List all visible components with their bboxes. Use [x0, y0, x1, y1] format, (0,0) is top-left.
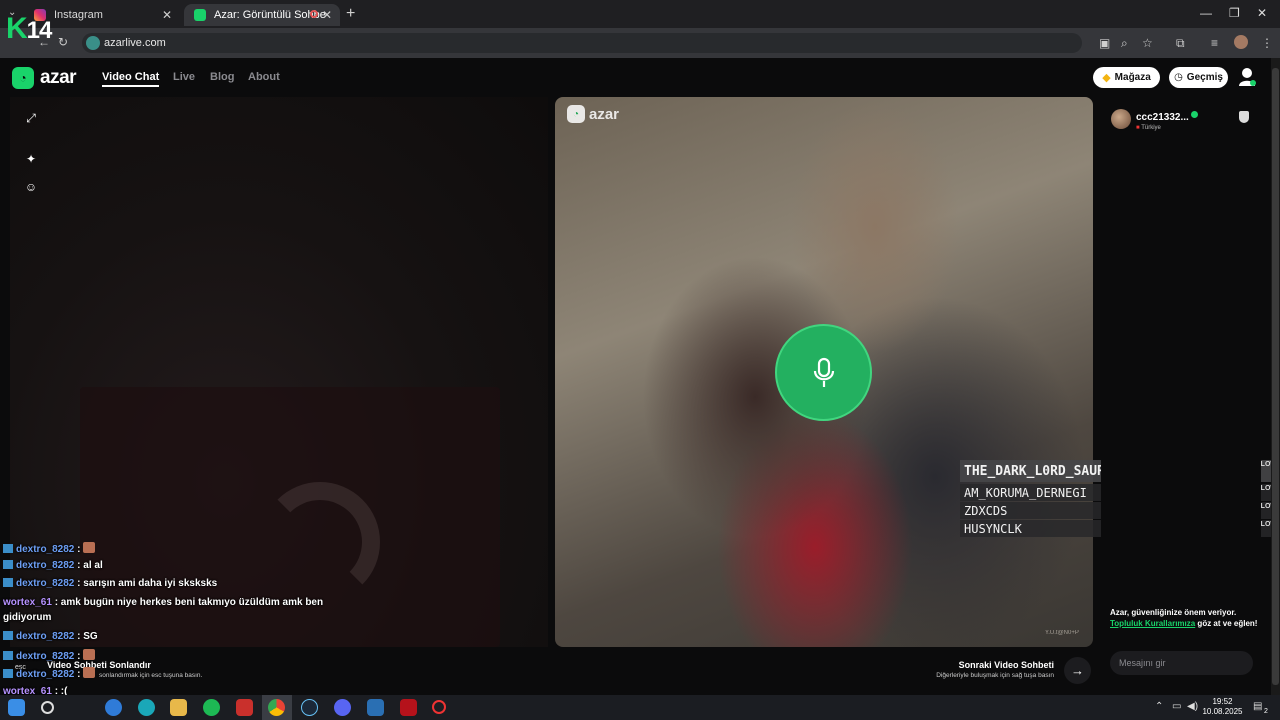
arrow-right-icon: → [1071, 663, 1084, 678]
search-icon[interactable] [41, 701, 54, 714]
twitch-icon [3, 669, 13, 678]
video-azar-logo: ◔ azar [567, 105, 619, 123]
azar-favicon-icon [194, 9, 206, 21]
app-red-icon[interactable] [400, 699, 417, 716]
notification-count: 2 [1264, 708, 1268, 715]
twitch-icon [3, 560, 13, 569]
azar-logo-icon: ◔ [567, 105, 585, 123]
twitch-icon [3, 651, 13, 660]
nav-live[interactable]: Live [173, 71, 195, 83]
network-app-icon[interactable] [367, 699, 384, 716]
verified-icon [1191, 111, 1198, 118]
window-close-icon[interactable]: ✕ [1257, 6, 1267, 20]
chat-line: dextro_8282 : al al [3, 560, 103, 571]
microphone-button[interactable] [775, 324, 872, 421]
twitch-icon [3, 631, 13, 640]
address-bar[interactable]: azarlive.com [82, 33, 1082, 53]
peer-info[interactable]: ccc21332... ■ Türkiye [1111, 107, 1189, 131]
new-tab-button[interactable]: + [346, 5, 355, 23]
discord-icon[interactable] [334, 699, 351, 716]
chat-line: dextro_8282 : [3, 667, 96, 680]
browser-profile-avatar[interactable] [1234, 35, 1248, 49]
safety-notice: Azar, güvenliğinize önem veriyor. Toplul… [1110, 608, 1258, 628]
chat-side-panel [1101, 97, 1261, 687]
effects-sparkle-icon[interactable]: ✦ [24, 152, 38, 166]
end-chat-hint: sonlandırmak için esc tuşuna basın. [99, 672, 203, 679]
recording-icon [310, 10, 318, 18]
nav-video-chat[interactable]: Video Chat [102, 71, 160, 87]
start-icon[interactable] [8, 699, 25, 716]
tab-azar[interactable]: Azar: Görüntülü Sohbet, Ar ✕ [184, 4, 340, 26]
media-controls-icon[interactable]: ≡ [1211, 36, 1218, 50]
chat-line: dextro_8282 : [3, 542, 96, 555]
scrollbar-thumb[interactable] [1272, 68, 1279, 685]
k14-overlay-logo: K14 [6, 12, 52, 45]
windows-taskbar [0, 695, 1280, 720]
close-tab-icon[interactable]: ✕ [162, 8, 172, 22]
network-icon[interactable]: ▭ [1172, 701, 1181, 712]
diamond-icon: ◆ [1102, 72, 1111, 84]
store-button[interactable]: ◆ Mağaza [1093, 67, 1160, 88]
clock-icon: ◷ [1174, 72, 1183, 83]
crescent-shape [260, 482, 380, 602]
chat-line: dextro_8282 : [3, 649, 96, 662]
chat-line: wortex_61 : amk bugün niye herkes beni t… [3, 597, 324, 608]
twitch-icon [3, 578, 13, 587]
chat-line: dextro_8282 : sarışın ami daha iyi sksks… [3, 578, 217, 589]
next-chat-hint: Diğerleriyle buluşmak için sağ tuşa bası… [936, 672, 1054, 679]
peer-name: ccc21332... [1136, 112, 1189, 123]
close-tab-icon[interactable]: ✕ [322, 8, 332, 22]
emote-icon [83, 667, 96, 678]
nav-blog[interactable]: Blog [210, 71, 234, 83]
community-rules-link[interactable]: Topluluk Kurallarımıza [1110, 619, 1195, 628]
nav-about[interactable]: About [248, 71, 280, 83]
tray-chevron-icon[interactable]: ⌃ [1155, 701, 1163, 712]
cast-icon[interactable]: ▣ [1099, 36, 1110, 50]
turkey-flag-icon: ■ [1136, 125, 1140, 131]
chat-line-continued: gidiyorum [3, 612, 52, 623]
next-chat-label[interactable]: Sonraki Video Sohbeti [900, 660, 1054, 670]
emote-icon [83, 649, 96, 660]
url-text: azarlive.com [104, 37, 166, 49]
swap-camera-icon[interactable]: ⤢ [24, 111, 38, 125]
peer-country: ■ Türkiye [1136, 125, 1161, 131]
chat-line: dextro_8282 : SG [3, 631, 98, 642]
azar-logo[interactable]: ◔ azar [12, 67, 77, 89]
twitch-icon [3, 544, 13, 553]
face-filter-icon[interactable]: ☺ [24, 180, 38, 194]
minimize-icon[interactable]: — [1200, 6, 1212, 20]
message-input[interactable]: Mesajını gir [1110, 651, 1253, 675]
next-chat-button[interactable]: → [1064, 657, 1091, 684]
peer-avatar[interactable] [1111, 109, 1131, 129]
volume-icon[interactable]: ◀) [1187, 701, 1198, 712]
browser-menu-icon[interactable]: ⋮ [1261, 36, 1273, 50]
site-info-icon[interactable] [86, 36, 100, 50]
restore-icon[interactable]: ❐ [1229, 6, 1240, 20]
azar-logo-icon: ◔ [12, 67, 34, 89]
history-button[interactable]: ◷ Geçmiş [1169, 67, 1228, 88]
bookmark-star-icon[interactable]: ☆ [1142, 36, 1153, 50]
taskbar-clock[interactable]: 19:52 10.08.2025 [1200, 697, 1245, 717]
file-explorer-icon[interactable] [170, 699, 187, 716]
microphone-icon [813, 357, 834, 387]
steam-icon[interactable] [301, 699, 318, 716]
report-shield-icon[interactable] [1239, 111, 1249, 123]
extensions-icon[interactable]: ⧉ [1176, 36, 1185, 51]
profile-icon[interactable] [1238, 67, 1256, 87]
video-watermark: Y.U.t@N0+P [1045, 630, 1079, 636]
obs-icon[interactable] [432, 700, 446, 714]
zoom-icon[interactable]: ⌕ [1121, 36, 1128, 51]
app-icon[interactable] [236, 699, 253, 716]
emote-icon [83, 542, 96, 553]
spotify-icon[interactable] [203, 699, 220, 716]
edge-icon[interactable] [105, 699, 122, 716]
chrome-icon[interactable] [268, 699, 285, 716]
notification-icon[interactable]: ▤ [1253, 701, 1262, 712]
edge-browser-icon[interactable] [138, 699, 155, 716]
